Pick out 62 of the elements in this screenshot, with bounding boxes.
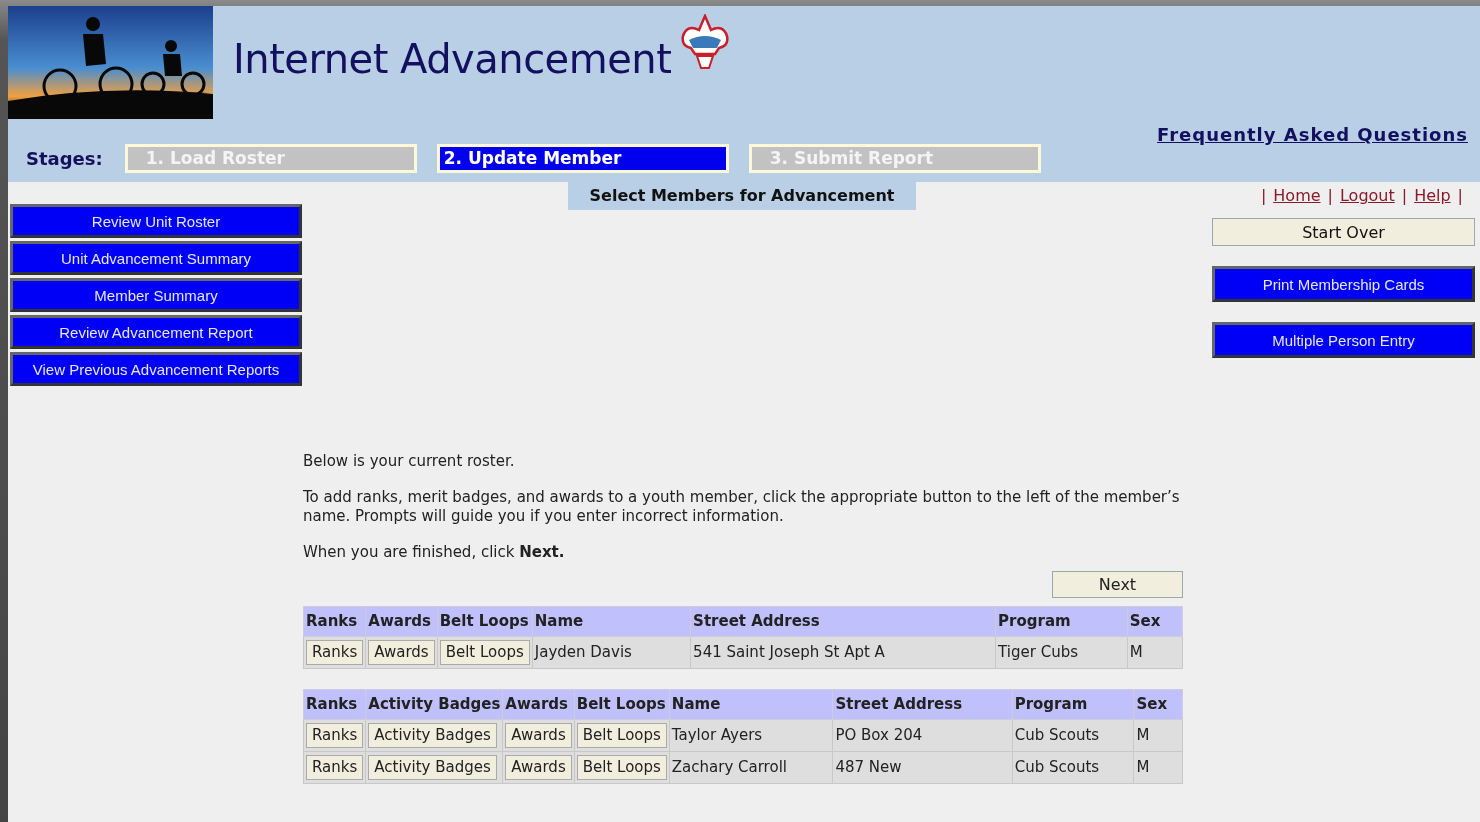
nav-link[interactable]: Home	[1273, 186, 1321, 205]
roster-button[interactable]: Ranks	[306, 755, 364, 780]
sidebar-button[interactable]: View Previous Advancement Reports	[10, 352, 302, 386]
table-cell: M	[1127, 636, 1183, 669]
column-header: Belt Loops	[574, 689, 670, 720]
sidebar-button[interactable]: Review Unit Roster	[10, 204, 302, 238]
page-heading: Select Members for Advancement	[567, 182, 917, 210]
column-header: Awards	[502, 689, 575, 720]
column-header: Name	[669, 689, 833, 720]
roster-button[interactable]: Belt Loops	[439, 640, 530, 665]
column-header: Ranks	[303, 606, 366, 637]
app-title: Internet Advancement	[233, 36, 672, 82]
column-header: Belt Loops	[437, 606, 533, 637]
column-header: Activity Badges	[365, 689, 503, 720]
roster-button[interactable]: Ranks	[306, 723, 364, 748]
column-header: Street Address	[690, 606, 996, 637]
column-header: Sex	[1127, 606, 1183, 637]
nav-link[interactable]: Logout	[1339, 186, 1395, 205]
roster-button[interactable]: Activity Badges	[368, 723, 497, 748]
column-header: Street Address	[832, 689, 1013, 720]
action-button[interactable]: Multiple Person Entry	[1212, 322, 1475, 358]
separator-text: |	[1260, 186, 1267, 205]
separator-text: |	[1401, 186, 1408, 205]
table-cell: 487 New	[832, 751, 1013, 784]
faq-link[interactable]: Frequently Asked Questions	[1157, 124, 1468, 145]
roster-button[interactable]: Awards	[505, 723, 572, 748]
sidebar-button[interactable]: Member Summary	[10, 278, 302, 312]
table-cell: PO Box 204	[832, 719, 1013, 752]
stage-tab[interactable]: 2. Update Member	[436, 144, 729, 173]
table-cell: Taylor Ayers	[669, 719, 833, 752]
column-header: Program	[1012, 689, 1134, 720]
nav-link[interactable]: Help	[1414, 186, 1451, 205]
table-cell: Cub Scouts	[1012, 719, 1134, 752]
separator-text: |	[1457, 186, 1463, 205]
column-header: Name	[532, 606, 691, 637]
table-cell: Zachary Carroll	[669, 751, 833, 784]
roster-button[interactable]: Belt Loops	[576, 755, 667, 780]
table-cell: M	[1133, 719, 1183, 752]
table-cell: Tiger Cubs	[995, 636, 1128, 669]
action-button[interactable]: Print Membership Cards	[1212, 266, 1475, 302]
stages-label: Stages:	[26, 148, 103, 169]
instruction-text: Below is your current roster.	[303, 452, 516, 471]
next-button[interactable]: Next	[1052, 571, 1183, 598]
roster-button[interactable]: Belt Loops	[576, 723, 667, 748]
instruction-text: To add ranks, merit badges, and awards to a youth member, click the appropriate button to the left of the member’s name. Prompts will guide you if you enter incorrect information.	[303, 488, 1181, 526]
start-over-button[interactable]: Start Over	[1212, 218, 1475, 246]
sidebar-button[interactable]: Review Advancement Report	[10, 315, 302, 349]
table-cell: M	[1133, 751, 1183, 784]
column-header: Program	[995, 606, 1128, 637]
instruction-text: When you are finished, click Next.	[303, 543, 566, 562]
column-header: Awards	[365, 606, 438, 637]
column-header: Ranks	[303, 689, 366, 720]
roster-button[interactable]: Activity Badges	[368, 755, 497, 780]
column-header: Sex	[1133, 689, 1183, 720]
roster-button[interactable]: Awards	[368, 640, 435, 665]
separator-text: |	[1327, 186, 1333, 205]
roster-button[interactable]: Awards	[505, 755, 572, 780]
table-cell: 541 Saint Joseph St Apt A	[690, 636, 996, 669]
roster-button[interactable]: Ranks	[306, 640, 364, 665]
table-cell: Jayden Davis	[532, 636, 691, 669]
table-cell: Cub Scouts	[1012, 751, 1134, 784]
sidebar-button[interactable]: Unit Advancement Summary	[10, 241, 302, 275]
